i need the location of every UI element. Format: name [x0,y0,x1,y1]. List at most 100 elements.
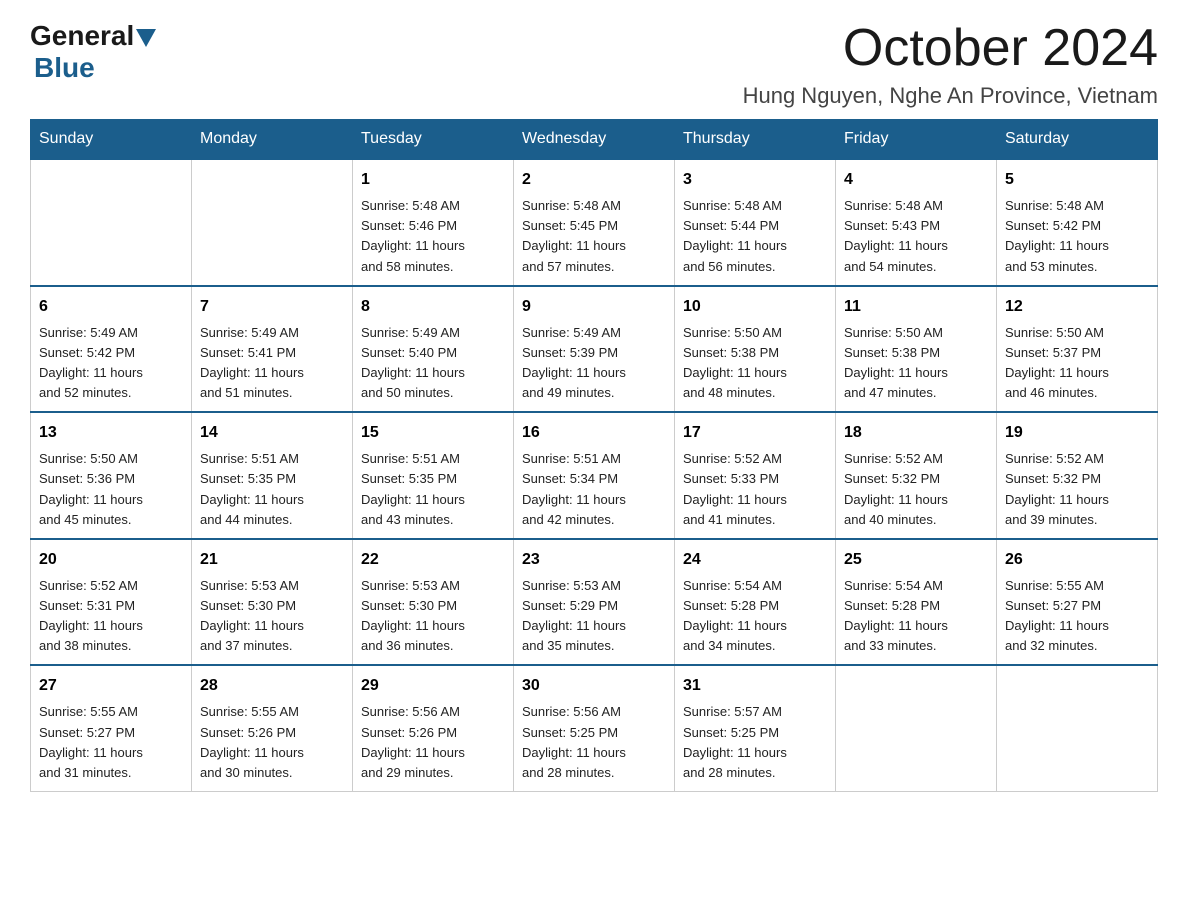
day-info: Sunrise: 5:48 AMSunset: 5:44 PMDaylight:… [683,196,827,277]
day-number: 13 [39,421,183,445]
calendar-week-row: 20 Sunrise: 5:52 AMSunset: 5:31 PMDayligh… [31,539,1158,666]
day-number: 5 [1005,168,1149,192]
calendar-cell: 16Sunrise: 5:51 AMSunset: 5:34 PMDayligh… [514,412,675,539]
day-number: 4 [844,168,988,192]
day-number: 27 [39,674,183,698]
day-number: 11 [844,295,988,319]
header-thursday: Thursday [675,120,836,160]
day-info: Sunrise: 5:55 AMSunset: 5:26 PMDaylight:… [200,702,344,783]
header-saturday: Saturday [997,120,1158,160]
title-area: October 2024 Hung Nguyen, Nghe An Provin… [743,20,1158,109]
day-number: 30 [522,674,666,698]
day-info: Sunrise: 5:55 AMSunset: 5:27 PMDaylight:… [39,702,183,783]
day-info: Sunrise: 5:56 AMSunset: 5:25 PMDaylight:… [522,702,666,783]
calendar-week-row: 1 Sunrise: 5:48 AMSunset: 5:46 PMDaylight… [31,159,1158,286]
calendar-cell: 10Sunrise: 5:50 AMSunset: 5:38 PMDayligh… [675,286,836,413]
day-info: Sunrise: 5:48 AMSunset: 5:45 PMDaylight:… [522,196,666,277]
calendar-week-row: 6Sunrise: 5:49 AMSunset: 5:42 PMDaylight… [31,286,1158,413]
day-info: Sunrise: 5:54 AMSunset: 5:28 PMDaylight:… [683,576,827,657]
calendar-cell [31,159,192,286]
header-friday: Friday [836,120,997,160]
calendar-cell: 29Sunrise: 5:56 AMSunset: 5:26 PMDayligh… [353,665,514,791]
calendar-cell: 15Sunrise: 5:51 AMSunset: 5:35 PMDayligh… [353,412,514,539]
calendar-cell: 3Sunrise: 5:48 AMSunset: 5:44 PMDaylight… [675,159,836,286]
calendar-cell: 27 Sunrise: 5:55 AMSunset: 5:27 PMDayligh… [31,665,192,791]
day-info: Sunrise: 5:55 AMSunset: 5:27 PMDaylight:… [1005,576,1149,657]
day-number: 23 [522,548,666,572]
day-number: 24 [683,548,827,572]
calendar-cell: 20 Sunrise: 5:52 AMSunset: 5:31 PMDayligh… [31,539,192,666]
day-number: 2 [522,168,666,192]
day-info: Sunrise: 5:48 AMSunset: 5:43 PMDaylight:… [844,196,988,277]
day-info: Sunrise: 5:48 AMSunset: 5:46 PMDaylight:… [361,196,505,277]
logo-blue-text: Blue [34,52,95,83]
day-number: 22 [361,548,505,572]
day-number: 26 [1005,548,1149,572]
day-info: Sunrise: 5:50 AMSunset: 5:36 PMDaylight:… [39,449,183,530]
calendar-week-row: 13 Sunrise: 5:50 AMSunset: 5:36 PMDayligh… [31,412,1158,539]
day-number: 10 [683,295,827,319]
calendar-cell: 25 Sunrise: 5:54 AMSunset: 5:28 PMDayligh… [836,539,997,666]
calendar-cell [997,665,1158,791]
calendar-cell: 21Sunrise: 5:53 AMSunset: 5:30 PMDayligh… [192,539,353,666]
day-info: Sunrise: 5:54 AMSunset: 5:28 PMDaylight:… [844,576,988,657]
header-tuesday: Tuesday [353,120,514,160]
calendar-cell: 11Sunrise: 5:50 AMSunset: 5:38 PMDayligh… [836,286,997,413]
day-number: 14 [200,421,344,445]
calendar-cell: 26 Sunrise: 5:55 AMSunset: 5:27 PMDayligh… [997,539,1158,666]
day-info: Sunrise: 5:49 AMSunset: 5:41 PMDaylight:… [200,323,344,404]
calendar-cell: 2 Sunrise: 5:48 AMSunset: 5:45 PMDaylight… [514,159,675,286]
calendar-cell: 8 Sunrise: 5:49 AMSunset: 5:40 PMDaylight… [353,286,514,413]
calendar-cell: 31Sunrise: 5:57 AMSunset: 5:25 PMDayligh… [675,665,836,791]
header-sunday: Sunday [31,120,192,160]
day-number: 25 [844,548,988,572]
day-number: 12 [1005,295,1149,319]
calendar-cell [836,665,997,791]
day-number: 15 [361,421,505,445]
day-info: Sunrise: 5:52 AMSunset: 5:32 PMDaylight:… [844,449,988,530]
calendar-cell: 6Sunrise: 5:49 AMSunset: 5:42 PMDaylight… [31,286,192,413]
day-number: 18 [844,421,988,445]
calendar-week-row: 27 Sunrise: 5:55 AMSunset: 5:27 PMDayligh… [31,665,1158,791]
calendar-cell: 5 Sunrise: 5:48 AMSunset: 5:42 PMDaylight… [997,159,1158,286]
day-number: 29 [361,674,505,698]
day-number: 6 [39,295,183,319]
day-number: 19 [1005,421,1149,445]
calendar-cell: 12 Sunrise: 5:50 AMSunset: 5:37 PMDayligh… [997,286,1158,413]
day-info: Sunrise: 5:48 AMSunset: 5:42 PMDaylight:… [1005,196,1149,277]
calendar-cell: 7 Sunrise: 5:49 AMSunset: 5:41 PMDaylight… [192,286,353,413]
page-subtitle: Hung Nguyen, Nghe An Province, Vietnam [743,83,1158,109]
day-number: 20 [39,548,183,572]
day-number: 21 [200,548,344,572]
day-number: 28 [200,674,344,698]
day-info: Sunrise: 5:53 AMSunset: 5:29 PMDaylight:… [522,576,666,657]
day-info: Sunrise: 5:50 AMSunset: 5:37 PMDaylight:… [1005,323,1149,404]
calendar-cell: 30 Sunrise: 5:56 AMSunset: 5:25 PMDayligh… [514,665,675,791]
calendar-cell: 24 Sunrise: 5:54 AMSunset: 5:28 PMDayligh… [675,539,836,666]
day-number: 31 [683,674,827,698]
day-info: Sunrise: 5:53 AMSunset: 5:30 PMDaylight:… [361,576,505,657]
day-info: Sunrise: 5:49 AMSunset: 5:39 PMDaylight:… [522,323,666,404]
day-info: Sunrise: 5:52 AMSunset: 5:31 PMDaylight:… [39,576,183,657]
calendar-cell: 13 Sunrise: 5:50 AMSunset: 5:36 PMDayligh… [31,412,192,539]
calendar-cell [192,159,353,286]
calendar-cell: 19Sunrise: 5:52 AMSunset: 5:32 PMDayligh… [997,412,1158,539]
calendar-cell: 14 Sunrise: 5:51 AMSunset: 5:35 PMDayligh… [192,412,353,539]
logo-general-text: General [30,20,134,52]
header-wednesday: Wednesday [514,120,675,160]
page-title: October 2024 [743,20,1158,77]
day-info: Sunrise: 5:52 AMSunset: 5:33 PMDaylight:… [683,449,827,530]
day-number: 16 [522,421,666,445]
calendar-cell: 28 Sunrise: 5:55 AMSunset: 5:26 PMDayligh… [192,665,353,791]
calendar-cell: 18 Sunrise: 5:52 AMSunset: 5:32 PMDayligh… [836,412,997,539]
day-number: 7 [200,295,344,319]
calendar-cell: 22 Sunrise: 5:53 AMSunset: 5:30 PMDayligh… [353,539,514,666]
header-monday: Monday [192,120,353,160]
calendar-cell: 9Sunrise: 5:49 AMSunset: 5:39 PMDaylight… [514,286,675,413]
day-number: 8 [361,295,505,319]
day-info: Sunrise: 5:49 AMSunset: 5:40 PMDaylight:… [361,323,505,404]
calendar-cell: 23 Sunrise: 5:53 AMSunset: 5:29 PMDayligh… [514,539,675,666]
day-info: Sunrise: 5:51 AMSunset: 5:35 PMDaylight:… [200,449,344,530]
calendar-cell: 1 Sunrise: 5:48 AMSunset: 5:46 PMDaylight… [353,159,514,286]
day-number: 1 [361,168,505,192]
